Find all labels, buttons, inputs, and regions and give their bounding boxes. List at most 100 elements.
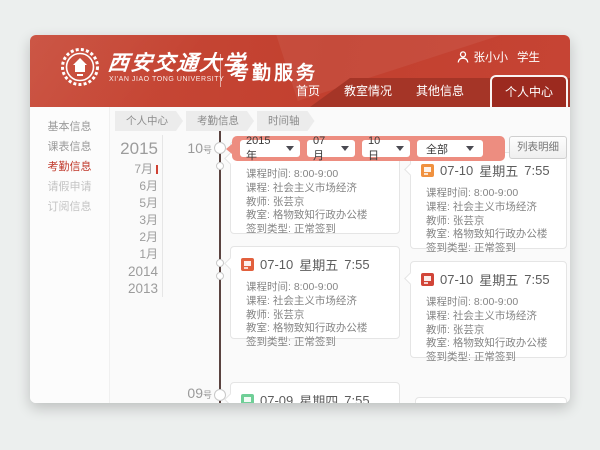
attendance-type-icon (241, 394, 254, 403)
user-role: 学生 (517, 49, 540, 65)
timeline-rail-item-5月[interactable]: 5月 (70, 195, 158, 212)
card-time: 7:55 (344, 257, 369, 272)
university-name-zh: 西安交通大学 (106, 47, 247, 77)
field-label: 课程时间: (246, 281, 291, 293)
card-field-row: 签到类型: 正常签到 (426, 351, 556, 365)
list-detail-button[interactable]: 列表明细 (509, 136, 567, 159)
field-value: 社会主义市场经济 (453, 310, 537, 322)
field-label: 教师: (246, 309, 270, 321)
card-fields: 课程时间: 8:00-9:00课程: 社会主义市场经济教师: 张芸京教室: 格物… (411, 291, 566, 373)
field-value: 社会主义市场经济 (273, 295, 357, 307)
field-label: 教室: (426, 228, 450, 240)
filter-select-year[interactable]: 2015年 (240, 140, 300, 157)
timeline-rail-item-2015[interactable]: 2015 (70, 137, 158, 161)
card-date: 07-10 (440, 163, 473, 178)
field-value: 正常签到 (474, 351, 516, 363)
filter-select-month[interactable]: 07月 (307, 140, 355, 157)
field-label: 签到类型: (246, 336, 291, 348)
field-label: 签到类型: (426, 351, 471, 363)
field-value: 格物致知行政办公楼 (273, 322, 368, 334)
field-value: 社会主义市场经济 (273, 182, 357, 194)
nav-item-2[interactable]: 教室情况 (344, 82, 392, 107)
filter-select-type[interactable]: 全部 (417, 140, 483, 157)
field-value: 8:00-9:00 (474, 187, 518, 199)
field-label: 签到类型: (426, 242, 471, 254)
header-divider (220, 54, 221, 87)
attendance-card-r3-left[interactable]: 07-09星期四7:55 (230, 382, 400, 403)
field-label: 签到类型: (246, 223, 291, 235)
timeline-node (216, 162, 224, 170)
card-field-row: 教师: 张芸京 (246, 196, 389, 210)
card-time: 7:55 (524, 163, 549, 178)
attendance-type-icon (421, 164, 434, 177)
breadcrumb-item-1[interactable]: 个人中心 (115, 111, 183, 131)
field-value: 格物致知行政办公楼 (273, 209, 368, 221)
timeline-rail-item-7月[interactable]: 7月 (70, 161, 158, 178)
university-name-en: XI'AN JIAO TONG UNIVERSITY (109, 76, 224, 83)
attendance-card-r2-left[interactable]: 07-10星期五7:55 课程时间: 8:00-9:00 课程: 社会主义市场经济教… (230, 246, 400, 339)
field-value: 正常签到 (474, 242, 516, 254)
breadcrumb-item-3[interactable]: 时间轴 (257, 111, 315, 131)
card-weekday: 星期四 (299, 391, 338, 403)
card-weekday: 星期五 (479, 270, 518, 289)
timeline-rail-item-1月[interactable]: 1月 (70, 246, 158, 263)
nav-item-4[interactable]: 个人中心 (490, 75, 568, 107)
attendance-type-icon (241, 258, 254, 271)
filter-select-value: 2015年 (246, 135, 280, 163)
field-value: 格物致知行政办公楼 (453, 337, 548, 349)
field-label: 教师: (426, 215, 450, 227)
field-value: 张芸京 (273, 309, 305, 321)
field-value: 8:00-9:00 (294, 281, 338, 293)
nav-item-3[interactable]: 其他信息 (416, 82, 464, 107)
card-fields: 课程时间: 8:00-9:00课程: 社会主义市场经济教师: 张芸京教室: 格物… (411, 182, 566, 264)
chevron-down-icon (341, 146, 349, 151)
chevron-down-icon (466, 146, 474, 151)
filter-bar: 2015年07月10日全部 (232, 136, 505, 161)
user-name: 张小小 (474, 49, 509, 65)
field-value: 张芸京 (273, 196, 305, 208)
field-value: 正常签到 (294, 336, 336, 348)
field-label: 课程: (246, 295, 270, 307)
field-value: 格物致知行政办公楼 (453, 228, 548, 240)
timeline-rail-item-2013[interactable]: 2013 (70, 280, 158, 297)
rail-divider (162, 135, 163, 297)
attendance-card-r3-right[interactable] (415, 397, 567, 403)
user-info[interactable]: 张小小 学生 (457, 49, 541, 65)
breadcrumb: 个人中心考勤信息时间轴 (115, 111, 315, 131)
field-label: 课程时间: (246, 168, 291, 180)
field-value: 8:00-9:00 (294, 168, 338, 180)
university-logo-icon (60, 47, 100, 87)
field-label: 课程: (426, 310, 450, 322)
nav-item-1[interactable]: 首页 (296, 82, 320, 107)
card-field-row: 课程: 社会主义市场经济 (246, 295, 389, 309)
filter-select-day[interactable]: 10日 (362, 140, 410, 157)
field-label: 课程时间: (426, 187, 471, 199)
filter-select-value: 10日 (368, 135, 390, 163)
day-marker-suffix: 号 (203, 390, 212, 400)
card-fields: 课程时间: 8:00-9:00课程: 社会主义市场经济教师: 张芸京教室: 格物… (231, 276, 399, 358)
field-label: 课程时间: (426, 296, 471, 308)
field-value: 8:00-9:00 (474, 296, 518, 308)
card-field-row: 教室: 格物致知行政办公楼 (426, 228, 556, 242)
field-label: 教室: (246, 209, 270, 221)
card-field-row: 课程: 社会主义市场经济 (246, 182, 389, 196)
attendance-card-r2-right[interactable]: 07-10星期五7:55课程时间: 8:00-9:00课程: 社会主义市场经济教… (410, 261, 567, 358)
sidebar-item-1[interactable]: 基本信息 (30, 117, 109, 137)
card-field-row: 课程时间: 8:00-9:00 (426, 296, 556, 310)
timeline-rail-item-2月[interactable]: 2月 (70, 229, 158, 246)
breadcrumb-item-2[interactable]: 考勤信息 (186, 111, 254, 131)
chevron-down-icon (286, 146, 294, 151)
card-header: 07-09星期四7:55 (231, 383, 399, 403)
card-header: 07-10星期五7:55 (231, 247, 399, 276)
card-field-row: 课程时间: 8:00-9:00 (246, 168, 389, 182)
timeline-rail-item-2014[interactable]: 2014 (70, 263, 158, 280)
field-label: 教室: (426, 337, 450, 349)
attendance-card-r1-right[interactable]: 07-10星期五7:55课程时间: 8:00-9:00课程: 社会主义市场经济教… (410, 152, 567, 249)
timeline-rail-item-3月[interactable]: 3月 (70, 212, 158, 229)
card-time: 7:55 (524, 272, 549, 287)
timeline-rail-item-6月[interactable]: 6月 (70, 178, 158, 195)
filter-select-value: 07月 (313, 135, 335, 163)
field-value: 社会主义市场经济 (453, 201, 537, 213)
field-label: 教师: (246, 196, 270, 208)
field-label: 教师: (426, 324, 450, 336)
